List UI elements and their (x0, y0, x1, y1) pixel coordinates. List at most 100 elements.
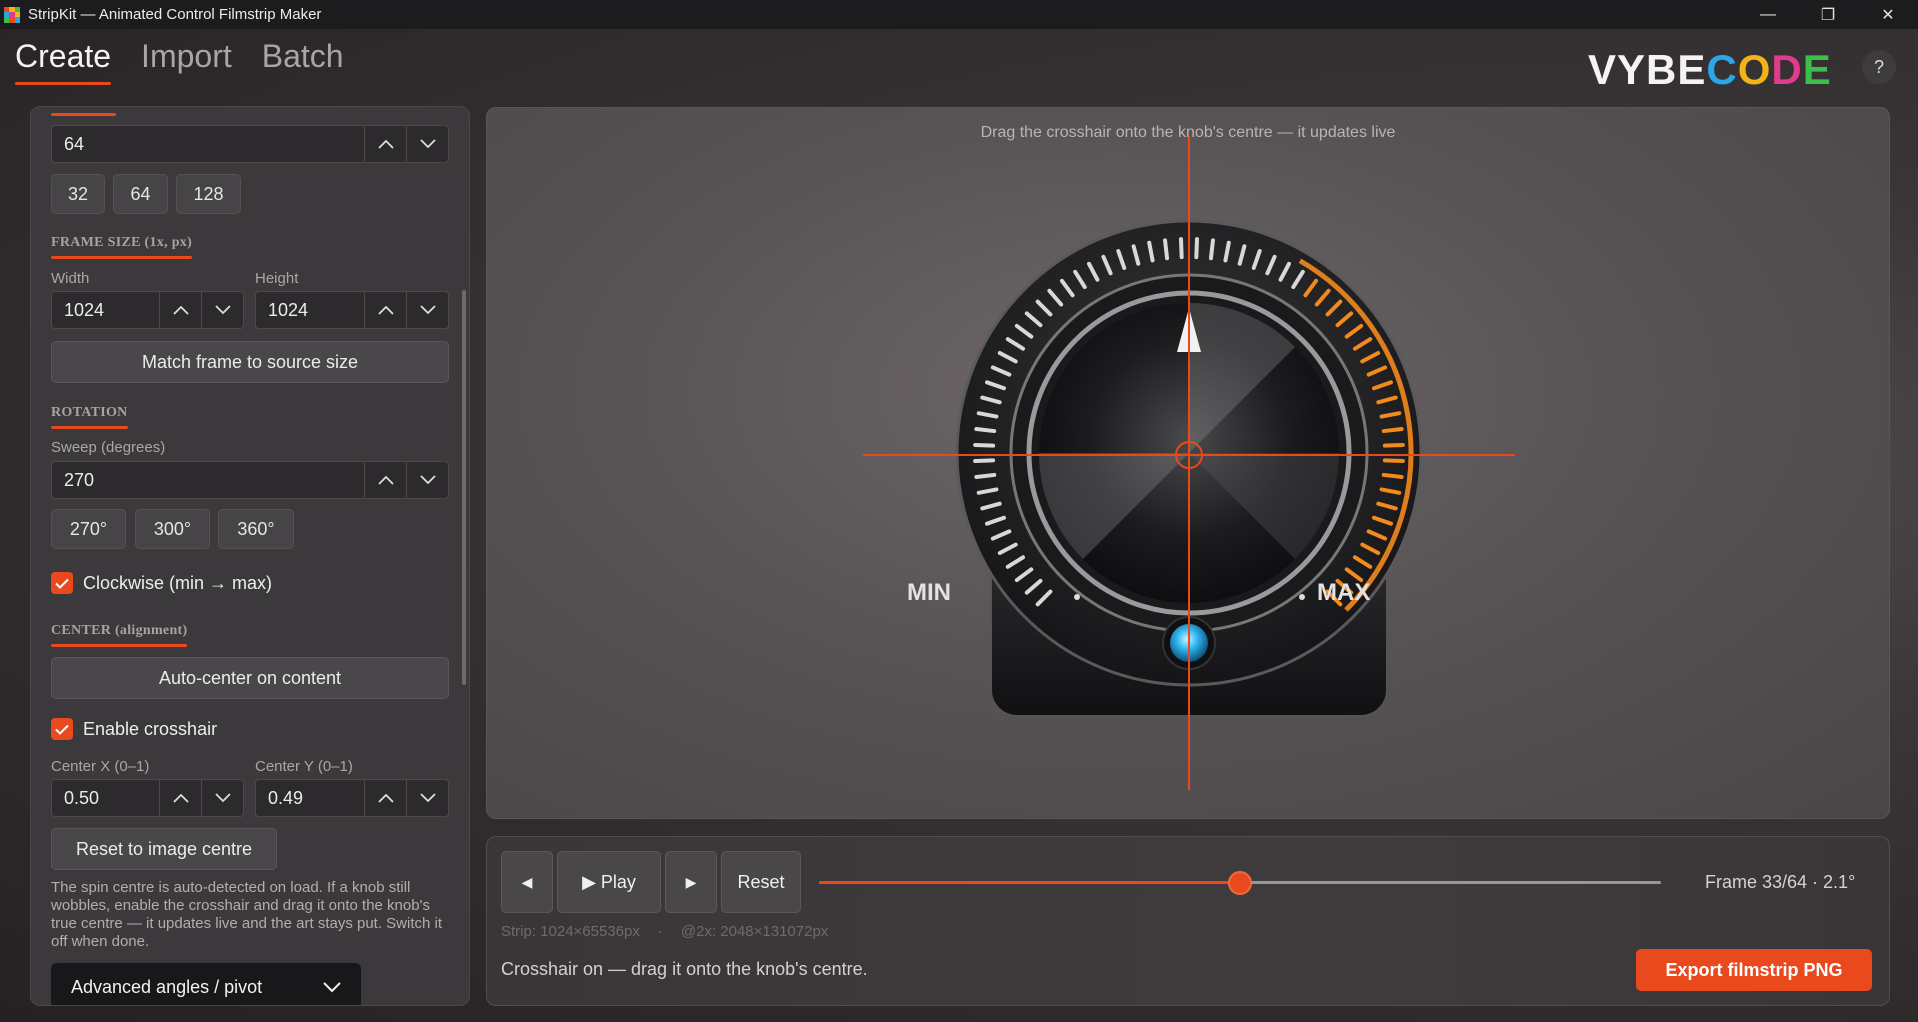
knob-tick (1208, 238, 1215, 261)
window-title: StripKit — Animated Control Filmstrip Ma… (28, 6, 322, 23)
decrement-button[interactable] (406, 780, 448, 816)
chevron-down-icon (323, 981, 341, 992)
check-icon (55, 724, 69, 735)
auto-center-button[interactable]: Auto-center on content (51, 657, 449, 699)
brand-letter: O (1737, 46, 1772, 93)
brand-letter: C (1706, 46, 1738, 93)
max-label: MAX (1317, 579, 1370, 606)
center-x-label: Center X (0–1) (51, 758, 150, 775)
check-icon (55, 578, 69, 589)
center-heading: CENTER (alignment) (51, 623, 188, 647)
frame-count-stepper[interactable]: 64 (51, 125, 449, 163)
center-y-label: Center Y (0–1) (255, 758, 353, 775)
sweep-preset-300[interactable]: 300° (135, 509, 210, 549)
checkbox[interactable] (51, 718, 73, 740)
advanced-dropdown[interactable]: Advanced angles / pivot (51, 963, 361, 1005)
center-help-text: The spin centre is auto-detected on load… (51, 879, 443, 950)
center-y-value: 0.49 (268, 787, 304, 808)
play-button[interactable]: ▶ Play (557, 851, 661, 913)
checkbox[interactable] (51, 572, 73, 594)
status-message: Crosshair on — drag it onto the knob's c… (501, 959, 868, 979)
chevron-down-icon (214, 305, 231, 315)
match-frame-button[interactable]: Match frame to source size (51, 341, 449, 383)
frame-count-value: 64 (64, 133, 85, 154)
maximize-button[interactable]: ❐ (1798, 0, 1858, 29)
knob-tick (1178, 237, 1184, 260)
clockwise-label: Clockwise (min → max) (83, 572, 273, 593)
strip-size-2x: @2x: 2048×131072px (680, 923, 829, 940)
strip-size-info: Strip: 1024×65536px · @2x: 2048×131072px (501, 923, 828, 940)
frames-preset-64[interactable]: 64 (113, 174, 168, 214)
knob-tick (974, 472, 997, 479)
decrement-button[interactable] (406, 292, 448, 328)
center-x-stepper[interactable]: 0.50 (51, 779, 244, 817)
frame-slider-thumb[interactable] (1228, 871, 1252, 895)
next-icon: ▶ (685, 873, 697, 890)
panel-scrollbar[interactable] (462, 290, 466, 685)
brand-letter: Y (1617, 46, 1647, 93)
chevron-down-icon (419, 305, 436, 315)
knob-tick (1194, 237, 1200, 260)
knob-tick (974, 427, 997, 434)
center-y-stepper[interactable]: 0.49 (255, 779, 449, 817)
reset-centre-button[interactable]: Reset to image centre (51, 828, 277, 870)
decrement-button[interactable] (201, 292, 243, 328)
width-value: 1024 (64, 299, 105, 320)
sweep-preset-270[interactable]: 270° (51, 509, 126, 549)
title-bar: StripKit — Animated Control Filmstrip Ma… (0, 0, 1918, 29)
rotation-heading: ROTATION (51, 405, 128, 429)
minimize-button[interactable]: — (1738, 0, 1798, 29)
decrement-button[interactable] (406, 462, 448, 498)
height-value: 1024 (268, 299, 309, 320)
settings-panel: 64 32 64 128 FRAME SIZE (1x, px) Width 1… (30, 106, 470, 1006)
transport-bar: ◀ ▶ Play ▶ Reset Frame 33/64 · 2.1° Stri… (486, 836, 1890, 1006)
prev-frame-button[interactable]: ◀ (501, 851, 553, 913)
chevron-down-icon (419, 793, 436, 803)
brand-letter: V (1588, 46, 1618, 93)
max-dot (1299, 594, 1305, 600)
prev-icon: ◀ (521, 873, 533, 890)
increment-button[interactable] (364, 462, 406, 498)
height-stepper[interactable]: 1024 (255, 291, 449, 329)
help-button[interactable]: ? (1862, 50, 1896, 84)
dot-separator: · (657, 923, 663, 940)
next-frame-button[interactable]: ▶ (665, 851, 717, 913)
increment-button[interactable] (159, 780, 201, 816)
app-logo-icon (4, 6, 20, 23)
decrement-button[interactable] (406, 126, 448, 162)
crosshair-checkbox[interactable]: Enable crosshair (51, 718, 217, 740)
width-stepper[interactable]: 1024 (51, 291, 244, 329)
tab-import[interactable]: Import (141, 38, 232, 83)
sweep-preset-360[interactable]: 360° (218, 509, 294, 549)
chevron-up-icon (377, 793, 394, 803)
reset-button[interactable]: Reset (721, 851, 801, 913)
knob-tick (1163, 238, 1170, 261)
min-label: MIN (907, 579, 951, 606)
clockwise-checkbox[interactable]: Clockwise (min → max) (51, 572, 272, 594)
brand-letter: B (1646, 46, 1678, 93)
tab-create[interactable]: Create (15, 38, 112, 85)
sweep-value: 270 (64, 469, 95, 490)
preview-canvas[interactable]: Drag the crosshair onto the knob's centr… (486, 107, 1890, 819)
chevron-up-icon (377, 475, 394, 485)
decrement-button[interactable] (201, 780, 243, 816)
knob-tick (1382, 442, 1405, 448)
export-button[interactable]: Export filmstrip PNG (1636, 949, 1872, 991)
frame-slider[interactable] (819, 871, 1661, 895)
frame-size-heading: FRAME SIZE (1x, px) (51, 235, 193, 259)
increment-button[interactable] (364, 126, 406, 162)
tab-batch[interactable]: Batch (262, 38, 344, 83)
frame-slider-fill (819, 881, 1240, 884)
strip-size: Strip: 1024×65536px (501, 923, 640, 940)
increment-button[interactable] (364, 292, 406, 328)
close-button[interactable]: ✕ (1858, 0, 1918, 29)
sweep-label: Sweep (degrees) (51, 439, 166, 456)
increment-button[interactable] (364, 780, 406, 816)
height-label: Height (255, 270, 299, 287)
increment-button[interactable] (159, 292, 201, 328)
min-dot (1074, 594, 1080, 600)
frames-preset-128[interactable]: 128 (176, 174, 241, 214)
chevron-down-icon (419, 475, 436, 485)
sweep-stepper[interactable]: 270 (51, 461, 449, 499)
frames-preset-32[interactable]: 32 (51, 174, 105, 214)
